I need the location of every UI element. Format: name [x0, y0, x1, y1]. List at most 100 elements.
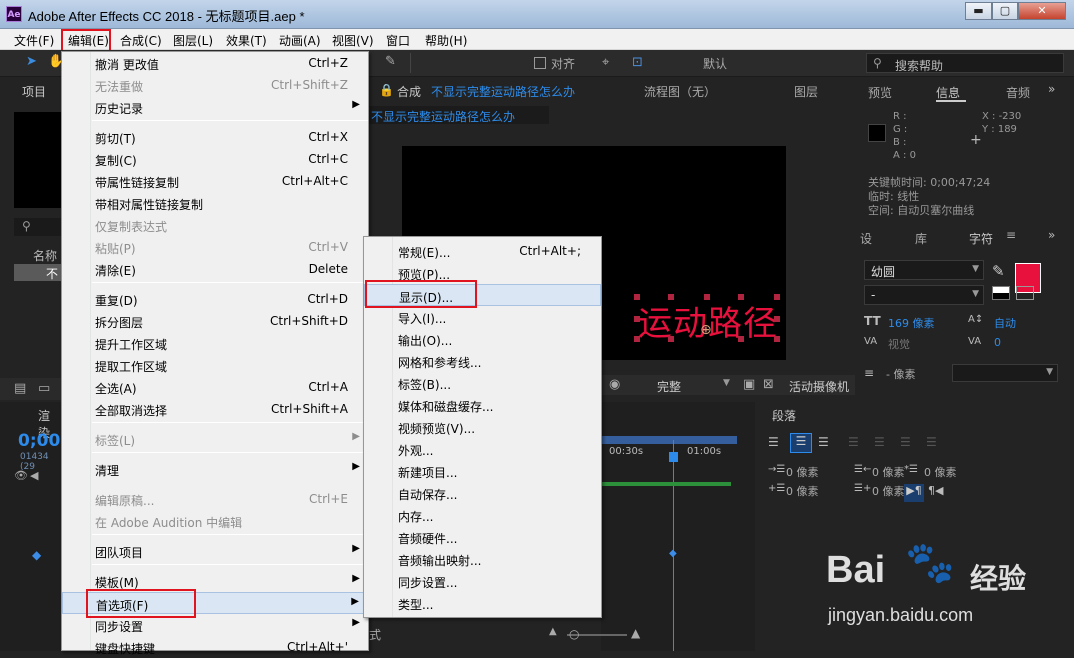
edit-menu-item[interactable]: 清除(E) Delete	[62, 258, 368, 280]
transform-handle[interactable]	[634, 336, 640, 342]
preferences-menu-item[interactable]: 标签(B)...	[364, 372, 601, 394]
current-time[interactable]: 0;00;	[18, 431, 67, 451]
project-row[interactable]: 不	[14, 264, 61, 281]
transform-handle[interactable]	[774, 294, 780, 300]
transform-handle[interactable]	[774, 316, 780, 322]
justify-all-icon[interactable]: ☰	[926, 435, 937, 449]
interpret-footage-icon[interactable]: ▤	[14, 381, 26, 396]
color-wheel-icon[interactable]: ◉	[609, 377, 620, 392]
project-search-input[interactable]: ⚲	[14, 218, 61, 236]
help-search-input[interactable]: ⚲ 搜索帮助	[866, 53, 1064, 73]
edit-menu-item[interactable]: 团队项目 ▶	[62, 540, 368, 562]
menu-file[interactable]: 文件(F)	[14, 32, 54, 49]
eye-icon[interactable]: 👁	[14, 469, 28, 482]
default-colors-icon[interactable]	[992, 286, 1010, 300]
preferences-menu-item[interactable]: 媒体和磁盘缓存...	[364, 394, 601, 416]
transform-handle[interactable]	[738, 294, 744, 300]
anchor-point-icon[interactable]: ⊕	[700, 322, 712, 338]
align-center-icon[interactable]: ☰	[790, 433, 812, 453]
justify-right-icon[interactable]: ☰	[900, 435, 911, 449]
playhead-handle[interactable]	[669, 452, 678, 462]
font-size-value[interactable]: 169 像素	[888, 315, 935, 331]
menu-window[interactable]: 窗口	[386, 32, 410, 49]
edit-menu-item[interactable]: 复制(C) Ctrl+C	[62, 148, 368, 170]
preferences-menu-item[interactable]: 外观...	[364, 438, 601, 460]
edit-menu-item[interactable]: 提升工作区域	[62, 332, 368, 354]
edit-menu-item[interactable]: 键盘快捷键 Ctrl+Alt+'	[62, 636, 368, 658]
kerning-value[interactable]: 视觉	[888, 336, 910, 352]
toggle-mode-label[interactable]: 式	[369, 626, 381, 643]
expand-panels-icon[interactable]: »	[1048, 82, 1055, 96]
indent-left-value[interactable]: 0 像素	[786, 464, 819, 480]
eyedropper-icon[interactable]: ✎	[992, 262, 1005, 280]
edit-menu-item[interactable]: 剪切(T) Ctrl+X	[62, 126, 368, 148]
stroke-type-select[interactable]: ▼	[952, 364, 1058, 382]
preferences-menu-item[interactable]: 自动保存...	[364, 482, 601, 504]
tracking-value[interactable]: 0	[994, 336, 1001, 349]
indent-first-value[interactable]: 0 像素	[924, 464, 957, 480]
minimize-icon[interactable]: ▬	[965, 2, 992, 20]
menu-help[interactable]: 帮助(H)	[425, 32, 467, 49]
transform-handle[interactable]	[634, 294, 640, 300]
preferences-menu-item[interactable]: 新建项目...	[364, 460, 601, 482]
quality-select[interactable]: 完整	[657, 378, 681, 395]
folder-icon[interactable]: ▭	[38, 381, 50, 396]
space-before-value[interactable]: 0 像素	[786, 483, 819, 499]
edit-menu-item[interactable]: 重复(D) Ctrl+D	[62, 288, 368, 310]
edit-menu-item[interactable]: 全选(A) Ctrl+A	[62, 376, 368, 398]
character-tab[interactable]: 字符	[969, 230, 993, 247]
rtl-direction-icon[interactable]: ¶◀	[928, 484, 943, 497]
paragraph-tab[interactable]: 段落	[772, 407, 796, 424]
justify-center-icon[interactable]: ☰	[874, 435, 885, 449]
close-icon[interactable]: ✕	[1018, 2, 1066, 20]
preferences-menu-item[interactable]: 输出(O)...	[364, 328, 601, 350]
preferences-menu-item[interactable]: 常规(E)... Ctrl+Alt+;	[364, 240, 601, 262]
edit-menu-item[interactable]: 历史记录 ▶	[62, 96, 368, 118]
edit-menu-item[interactable]: 带相对属性链接复制	[62, 192, 368, 214]
zoom-out-icon[interactable]: ▲	[549, 626, 557, 637]
audio-icon[interactable]: ◀	[30, 469, 38, 482]
project-tab[interactable]: 项目	[22, 83, 46, 100]
selection-tool-icon[interactable]: ➤	[26, 54, 37, 69]
justify-left-icon[interactable]: ☰	[848, 435, 859, 449]
font-family-select[interactable]: 幼圆 ▼	[864, 260, 984, 280]
preferences-menu-item[interactable]: 视频预览(V)...	[364, 416, 601, 438]
transform-handle[interactable]	[668, 294, 674, 300]
name-column-header[interactable]: 名称	[33, 247, 57, 264]
camera-select[interactable]: 活动摄像机	[789, 378, 849, 395]
audio-tab[interactable]: 音频	[1006, 84, 1030, 101]
keyframe-icon[interactable]: ◆	[32, 548, 41, 562]
comp-breadcrumb[interactable]: 不显示完整运动路径怎么办	[369, 106, 549, 124]
panel-menu-icon[interactable]: ≡	[1006, 228, 1016, 242]
menu-effect[interactable]: 效果(T)	[226, 32, 267, 49]
region-icon[interactable]: ▣	[743, 377, 755, 392]
ltr-direction-icon[interactable]: ▶¶	[904, 484, 924, 502]
transform-handle[interactable]	[774, 336, 780, 342]
preferences-menu-item[interactable]: 类型...	[364, 592, 601, 614]
preferences-menu-item[interactable]: 同步设置...	[364, 570, 601, 592]
preferences-menu-item[interactable]: 网格和参考线...	[364, 350, 601, 372]
preferences-menu-item[interactable]: 音频输出映射...	[364, 548, 601, 570]
flowchart-tab[interactable]: 流程图（无）	[644, 83, 716, 100]
workspace-label[interactable]: 默认	[703, 55, 727, 72]
snap-checkbox[interactable]	[534, 57, 546, 69]
zoom-slider[interactable]: ▲ ○ ▲	[549, 625, 659, 645]
snap-option2-icon[interactable]: ⊡	[632, 55, 643, 70]
edit-menu-item[interactable]: 清理 ▶	[62, 458, 368, 480]
menu-composition[interactable]: 合成(C)	[120, 32, 162, 49]
stroke-color-swatch[interactable]	[1016, 286, 1034, 300]
zoom-in-icon[interactable]: ▲	[631, 626, 640, 640]
keyframe-icon[interactable]: ◆	[669, 548, 677, 559]
align-left-icon[interactable]: ☰	[768, 435, 779, 449]
edit-menu-item[interactable]: 带属性链接复制 Ctrl+Alt+C	[62, 170, 368, 192]
leading-value[interactable]: 自动	[994, 315, 1016, 331]
playhead[interactable]	[673, 440, 674, 651]
edit-menu-item[interactable]: 拆分图层 Ctrl+Shift+D	[62, 310, 368, 332]
font-style-select[interactable]: - ▼	[864, 285, 984, 305]
info-tab[interactable]: 信息	[936, 84, 960, 101]
space-after-value[interactable]: 0 像素	[872, 483, 905, 499]
preferences-menu-item[interactable]: 音频硬件...	[364, 526, 601, 548]
align-right-icon[interactable]: ☰	[818, 435, 829, 449]
layer-tab[interactable]: 图层	[794, 83, 818, 100]
transparency-grid-icon[interactable]: ⊠	[763, 377, 774, 392]
